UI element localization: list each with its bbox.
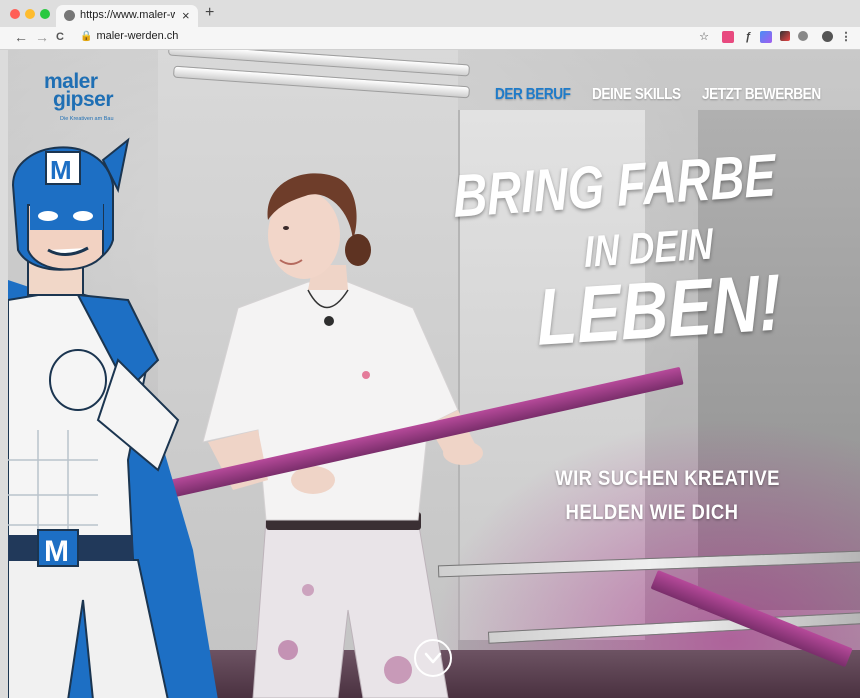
logo-line-2: gipser <box>53 88 114 111</box>
extension-icon[interactable] <box>798 31 808 41</box>
hero-section: M M maler gipser Die Kreativen am Bau DE… <box>8 50 860 698</box>
fonts-extension-icon[interactable]: ƒ <box>742 31 754 43</box>
profile-avatar-icon[interactable] <box>822 31 833 42</box>
minimize-window-button[interactable] <box>25 9 35 19</box>
chevron-down-icon <box>424 652 442 664</box>
mask-letter: M <box>50 155 72 185</box>
extension-icon[interactable] <box>722 31 734 43</box>
extension-icon[interactable] <box>760 31 772 43</box>
browser-toolbar: ← → C 🔒 maler-werden.ch ☆ ƒ ⋮ <box>0 27 860 50</box>
scroll-down-button[interactable] <box>414 639 452 677</box>
back-icon[interactable]: ← <box>14 29 28 45</box>
bookmark-star-icon[interactable]: ☆ <box>698 31 710 43</box>
address-url: maler-werden.ch <box>96 30 179 42</box>
browser-menu-icon[interactable]: ⋮ <box>840 31 852 43</box>
lock-icon: 🔒 <box>80 31 93 42</box>
reload-icon[interactable]: C <box>56 31 64 43</box>
nav-der-beruf[interactable]: DER BERUF <box>495 86 571 104</box>
maximize-window-button[interactable] <box>40 9 50 19</box>
subheadline-line-1: WIR SUCHEN KREATIVE <box>555 467 780 490</box>
forward-icon[interactable]: → <box>35 29 49 45</box>
browser-tab-bar: https://www.maler-werden.ch × + <box>0 0 860 27</box>
browser-tab[interactable]: https://www.maler-werden.ch × <box>56 5 198 27</box>
belt-letter: M <box>44 535 69 568</box>
superhero-mascot-icon: M M <box>8 137 218 698</box>
logo-tagline: Die Kreativen am Bau <box>60 116 114 122</box>
close-window-button[interactable] <box>10 9 20 19</box>
site-logo[interactable]: maler gipser Die Kreativen am Bau <box>44 70 144 130</box>
subheadline-line-2: HELDEN WIE DICH <box>565 501 739 524</box>
new-tab-button[interactable]: + <box>205 4 214 22</box>
extension-icon[interactable] <box>780 31 790 41</box>
tab-title: https://www.maler-werden.ch <box>80 9 175 21</box>
nav-deine-skills[interactable]: DEINE SKILLS <box>592 86 681 104</box>
nav-jetzt-bewerben[interactable]: JETZT BEWERBEN <box>702 86 821 104</box>
site-favicon-icon <box>64 10 75 21</box>
tab-close-icon[interactable]: × <box>182 8 190 23</box>
headline-line-3: LEBEN! <box>535 257 783 362</box>
address-bar[interactable]: 🔒 maler-werden.ch <box>80 30 178 42</box>
